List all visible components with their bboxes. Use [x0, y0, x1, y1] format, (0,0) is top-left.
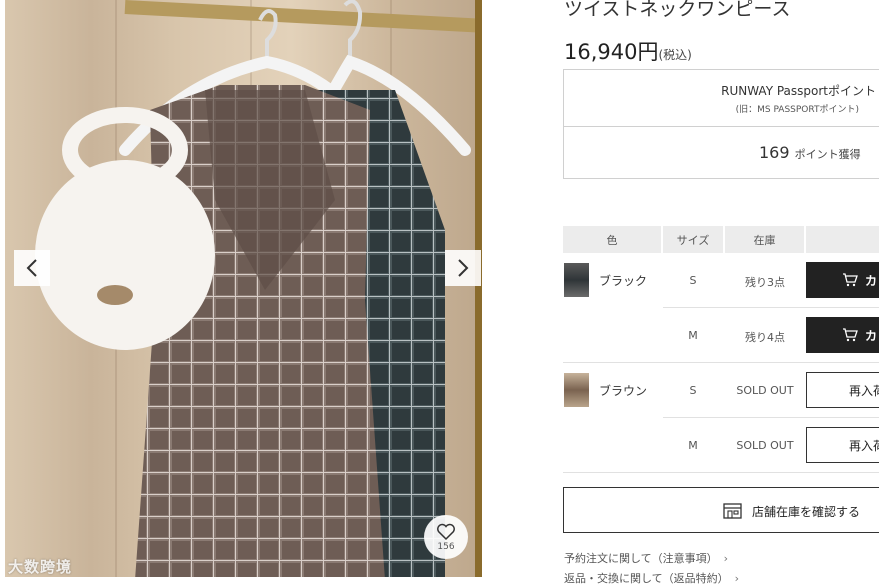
- next-image-button[interactable]: [445, 250, 481, 286]
- color-name-black: ブラック: [599, 274, 648, 288]
- stock-cell: SOLD OUT: [736, 439, 794, 452]
- size-cell: M: [688, 439, 698, 452]
- points-value: 169: [759, 143, 790, 162]
- size-cell: S: [689, 274, 697, 287]
- stock-cell: SOLD OUT: [736, 384, 794, 397]
- color-thumbnail-brown[interactable]: [564, 373, 589, 407]
- header-color: 色: [563, 226, 661, 253]
- row-divider: [563, 472, 879, 473]
- stock-cell: 残り4点: [745, 331, 785, 344]
- preorder-notice-link[interactable]: 予約注文に関して（注意事項） ›: [564, 550, 728, 566]
- favorite-button[interactable]: 156: [424, 515, 468, 559]
- price-row: 16,940円(税込): [564, 36, 692, 66]
- color-thumbnail-black[interactable]: [564, 263, 589, 297]
- header-stock: 在庫: [725, 226, 804, 253]
- check-store-stock-button[interactable]: 店舗在庫を確認する: [563, 487, 879, 533]
- points-sub-label: (旧：MS PASSPORTポイント): [735, 105, 859, 115]
- link-label: 予約注文に関して（注意事項）: [564, 552, 718, 565]
- add-to-cart-button[interactable]: カ: [806, 262, 879, 298]
- check-store-stock-label: 店舗在庫を確認する: [752, 505, 861, 519]
- size-cell: M: [688, 329, 698, 342]
- add-to-cart-label: カ: [865, 328, 878, 343]
- stock-cell: 残り3点: [745, 276, 785, 289]
- previous-image-button[interactable]: [14, 250, 50, 286]
- product-title: ツイストネックワンピース: [564, 0, 791, 20]
- add-to-cart-label: カ: [865, 273, 878, 288]
- header-action: [806, 226, 879, 253]
- row-divider: [663, 417, 879, 418]
- points-value-row: 169 ポイント獲得: [759, 143, 861, 162]
- product-price: 16,940円: [564, 40, 659, 64]
- size-cell: S: [689, 384, 697, 397]
- row-divider: [663, 307, 879, 308]
- link-label: 返品・交換に関して（返品特約）: [564, 572, 729, 585]
- points-unit: ポイント獲得: [794, 148, 861, 161]
- chevron-left-icon: [26, 259, 37, 277]
- store-icon: [723, 503, 742, 519]
- points-box: RUNWAY Passportポイント (旧：MS PASSPORTポイント) …: [563, 69, 879, 179]
- header-size: サイズ: [663, 226, 723, 253]
- tax-note: (税込): [658, 48, 692, 62]
- cart-icon: [843, 328, 858, 342]
- points-header: RUNWAY Passportポイント (旧：MS PASSPORTポイント): [564, 70, 879, 127]
- chevron-right-icon: ›: [734, 572, 740, 585]
- product-image-gallery: 156: [5, 0, 482, 577]
- color-name-brown: ブラウン: [599, 384, 648, 398]
- product-photo: [35, 0, 471, 577]
- chevron-right-icon: [458, 259, 469, 277]
- row-divider: [563, 362, 879, 363]
- heart-icon: [437, 523, 455, 540]
- points-label: RUNWAY Passportポイント: [721, 84, 876, 98]
- watermark: 大数跨境: [8, 558, 73, 576]
- add-to-cart-button[interactable]: カ: [806, 317, 879, 353]
- restock-notify-button[interactable]: 再入荷: [806, 427, 879, 463]
- points-earned: 169 ポイント獲得: [564, 127, 879, 178]
- chevron-right-icon: ›: [723, 552, 729, 565]
- restock-notify-button[interactable]: 再入荷: [806, 372, 879, 408]
- favorite-count: 156: [437, 541, 455, 552]
- return-policy-link[interactable]: 返品・交換に関して（返品特約） ›: [564, 570, 739, 586]
- cart-icon: [843, 273, 858, 287]
